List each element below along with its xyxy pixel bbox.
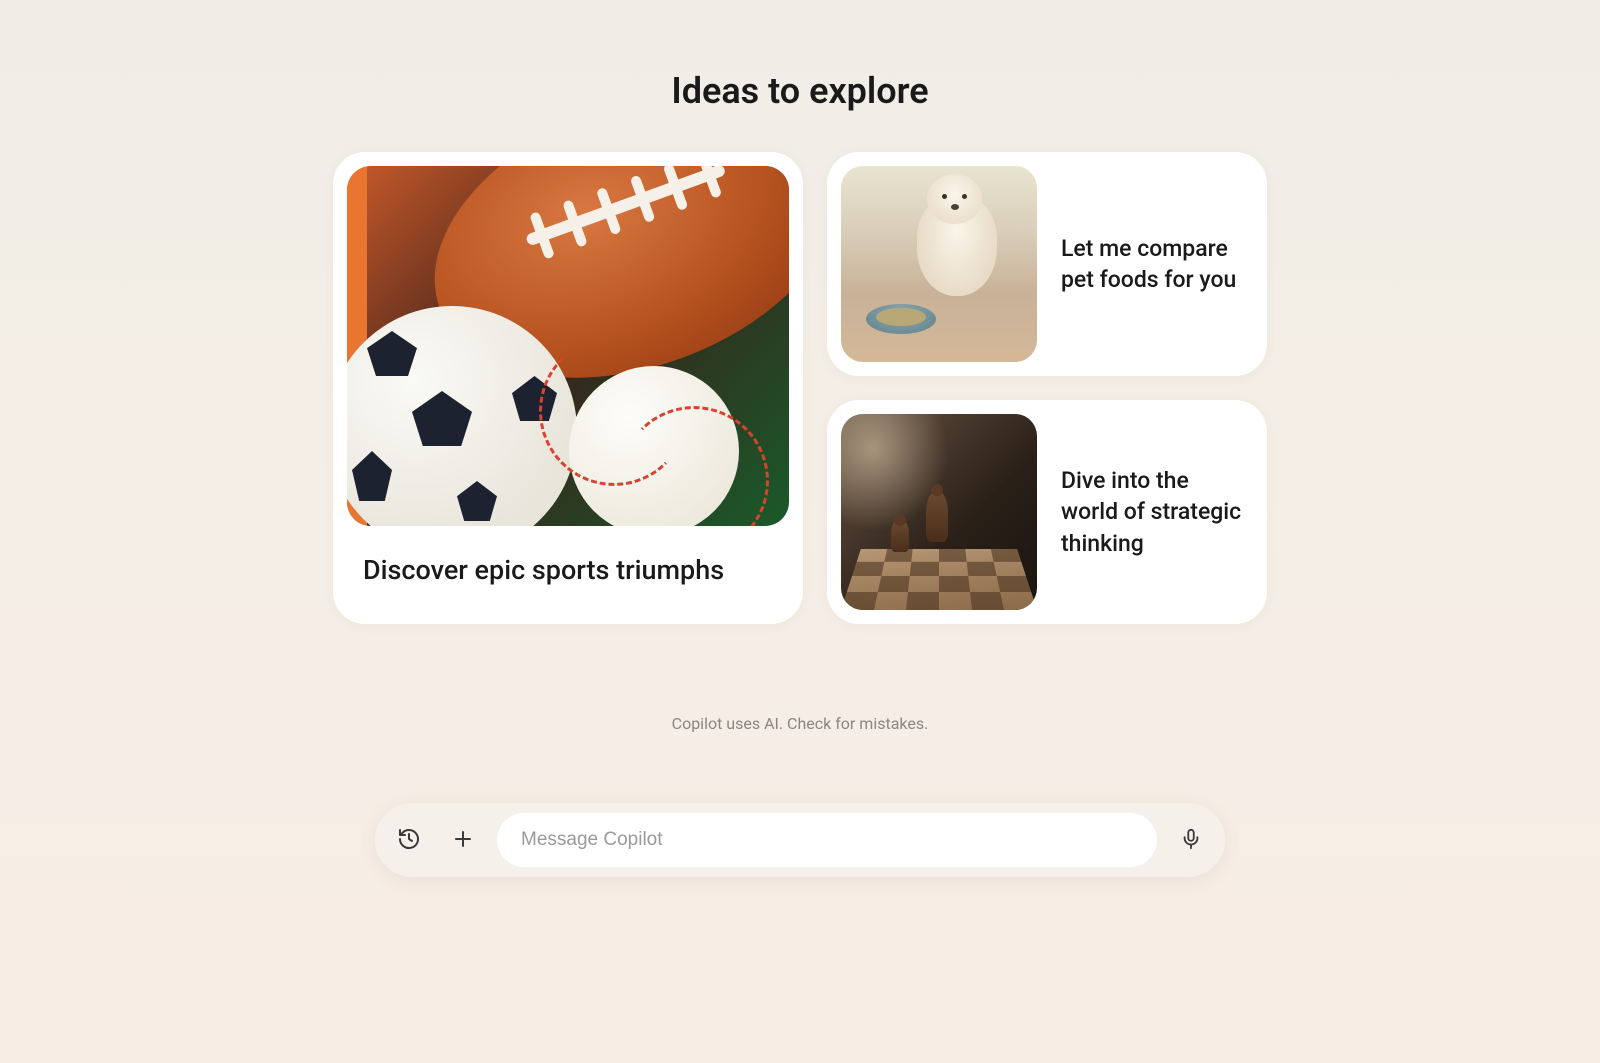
add-button[interactable] (443, 820, 483, 860)
sports-balls-illustration (347, 166, 789, 526)
chess-board-painting (841, 414, 1037, 610)
cards-container: Discover epic sports triumphs (333, 152, 1267, 624)
page-title: Ideas to explore (671, 70, 928, 112)
small-cards-column: Let me compare pet foods for you (827, 152, 1267, 624)
idea-card-strategic-thinking[interactable]: Dive into the world of strategic thinkin… (827, 400, 1267, 624)
idea-card-title: Let me compare pet foods for you (1061, 233, 1253, 295)
idea-card-title: Discover epic sports triumphs (347, 526, 789, 606)
dog-food-bowl-painting (841, 166, 1037, 362)
message-input-bar (375, 803, 1225, 877)
history-icon (397, 827, 421, 854)
history-button[interactable] (389, 820, 429, 860)
plus-icon (451, 827, 475, 854)
microphone-icon (1180, 828, 1202, 853)
idea-card-pet-foods[interactable]: Let me compare pet foods for you (827, 152, 1267, 376)
idea-card-title: Dive into the world of strategic thinkin… (1061, 465, 1253, 558)
ai-disclaimer: Copilot uses AI. Check for mistakes. (672, 714, 929, 733)
message-input[interactable] (497, 813, 1157, 867)
idea-card-sports[interactable]: Discover epic sports triumphs (333, 152, 803, 624)
microphone-button[interactable] (1171, 820, 1211, 860)
